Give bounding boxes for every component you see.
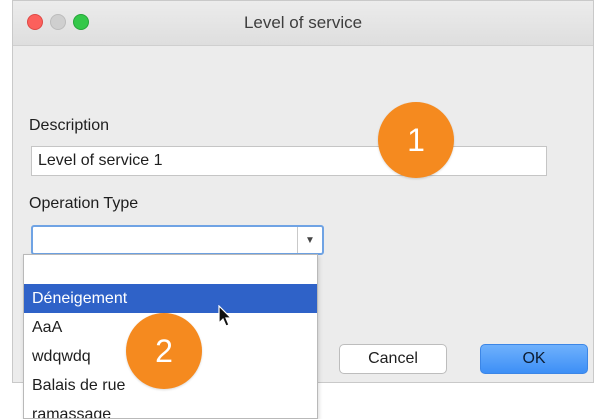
- operation-type-label: Operation Type: [29, 195, 139, 212]
- ok-button[interactable]: OK: [480, 344, 588, 374]
- dropdown-option-deneigement[interactable]: Déneigement: [24, 284, 317, 313]
- cancel-button[interactable]: Cancel: [339, 344, 447, 374]
- annotation-badge-1: 1: [378, 102, 454, 178]
- title-bar: Level of service: [13, 1, 593, 46]
- description-label: Description: [29, 117, 110, 134]
- window-title: Level of service: [243, 13, 363, 32]
- dropdown-option-ramassage[interactable]: ramassage: [24, 400, 317, 418]
- description-field[interactable]: [31, 146, 547, 176]
- dropdown-option-empty[interactable]: [24, 255, 317, 284]
- operation-type-select[interactable]: ▼: [31, 225, 324, 255]
- chevron-down-icon[interactable]: ▼: [297, 227, 322, 253]
- pointer-cursor-icon: [218, 305, 233, 327]
- annotation-badge-2: 2: [126, 313, 202, 389]
